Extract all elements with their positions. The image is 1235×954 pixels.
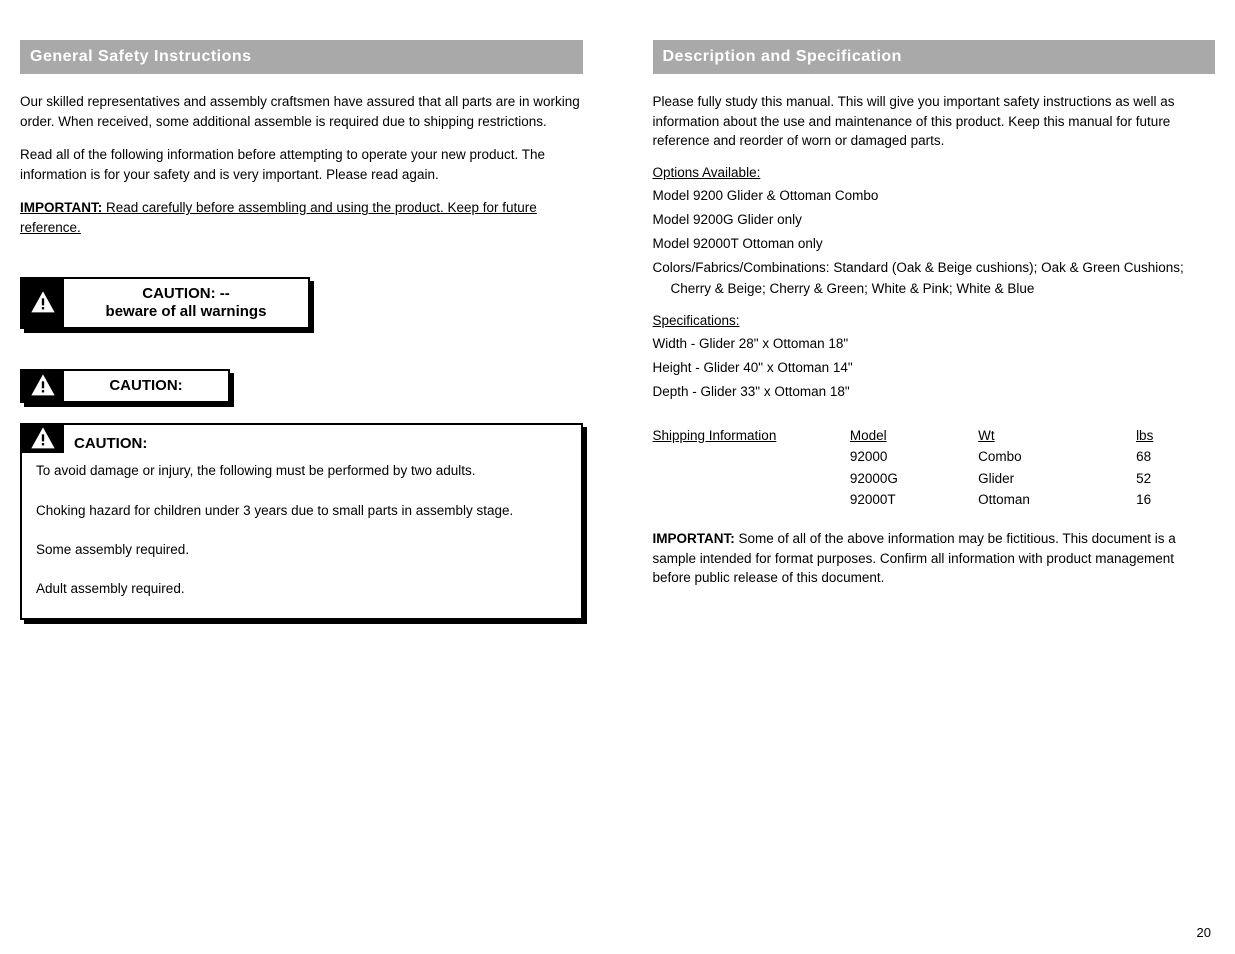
options-list: Model 9200 Glider & Ottoman Combo Model …: [653, 186, 1216, 299]
list-item: Model 9200G Glider only: [671, 210, 1216, 230]
options-heading: Options Available:: [653, 165, 1216, 180]
caution-box-p1: To avoid damage or injury, the following…: [36, 461, 567, 481]
table-cell: Ottoman: [978, 489, 1136, 511]
warning-icon: [22, 279, 64, 327]
list-item: Model 92000T Ottoman only: [671, 234, 1216, 254]
table-cell: [653, 489, 850, 511]
table-header: Shipping Information: [653, 425, 850, 447]
caution-label-1-line1: CAUTION: --: [74, 285, 298, 303]
table-row: 92000T Ottoman 16: [653, 489, 1216, 511]
left-paragraph-1: Our skilled representatives and assembly…: [20, 92, 583, 131]
note-prefix: IMPORTANT:: [653, 531, 735, 546]
list-item: Model 9200 Glider & Ottoman Combo: [671, 186, 1216, 206]
left-column: General Safety Instructions Our skilled …: [20, 40, 583, 650]
table-cell: 52: [1136, 468, 1215, 490]
table-header-row: Shipping Information Model Wt lbs: [653, 425, 1216, 447]
specs-heading: Specifications:: [653, 313, 1216, 328]
caution-callout-2: CAUTION:: [20, 369, 230, 403]
right-paragraph-1: Please fully study this manual. This wil…: [653, 92, 1216, 151]
shipping-table: Shipping Information Model Wt lbs 92000 …: [653, 425, 1216, 511]
table-header: Model: [850, 425, 978, 447]
table-header: lbs: [1136, 425, 1215, 447]
table-cell: 92000T: [850, 489, 978, 511]
table-cell: Glider: [978, 468, 1136, 490]
caution-box-p4: Adult assembly required.: [36, 579, 567, 599]
table-cell: 16: [1136, 489, 1215, 511]
left-paragraph-3: IMPORTANT: Read carefully before assembl…: [20, 198, 583, 237]
right-section-header: Description and Specification: [653, 40, 1216, 74]
table-header: Wt: [978, 425, 1136, 447]
left-section-header: General Safety Instructions: [20, 40, 583, 74]
table-cell: [653, 468, 850, 490]
list-item: Width - Glider 28" x Ottoman 18": [671, 334, 1216, 354]
list-item: Colors/Fabrics/Combinations: Standard (O…: [671, 258, 1216, 299]
caution-label-1: CAUTION: -- beware of all warnings: [64, 279, 308, 327]
page-number: 20: [1197, 925, 1211, 940]
caution-box-p3: Some assembly required.: [36, 540, 567, 560]
table-row: 92000G Glider 52: [653, 468, 1216, 490]
warning-icon: [22, 425, 64, 453]
table-cell: 92000: [850, 446, 978, 468]
left-paragraph-2: Read all of the following information be…: [20, 145, 583, 184]
table-cell: 68: [1136, 446, 1215, 468]
important-note: IMPORTANT: Some of all of the above info…: [653, 529, 1216, 588]
caution-label-2: CAUTION:: [64, 371, 228, 401]
list-item: Height - Glider 40" x Ottoman 14": [671, 358, 1216, 378]
table-row: 92000 Combo 68: [653, 446, 1216, 468]
caution-box-p2: Choking hazard for children under 3 year…: [36, 501, 567, 521]
caution-callout-1: CAUTION: -- beware of all warnings: [20, 277, 310, 329]
table-cell: Combo: [978, 446, 1136, 468]
important-label: IMPORTANT:: [20, 200, 106, 215]
table-cell: [653, 446, 850, 468]
warning-icon: [22, 371, 64, 401]
caution-label-1-line2: beware of all warnings: [74, 303, 298, 321]
caution-box: CAUTION: To avoid damage or injury, the …: [20, 423, 583, 620]
table-cell: 92000G: [850, 468, 978, 490]
right-column: Description and Specification Please ful…: [653, 40, 1216, 650]
specs-list: Width - Glider 28" x Ottoman 18" Height …: [653, 334, 1216, 403]
list-item: Depth - Glider 33" x Ottoman 18": [671, 382, 1216, 402]
caution-box-heading: CAUTION:: [64, 425, 581, 453]
